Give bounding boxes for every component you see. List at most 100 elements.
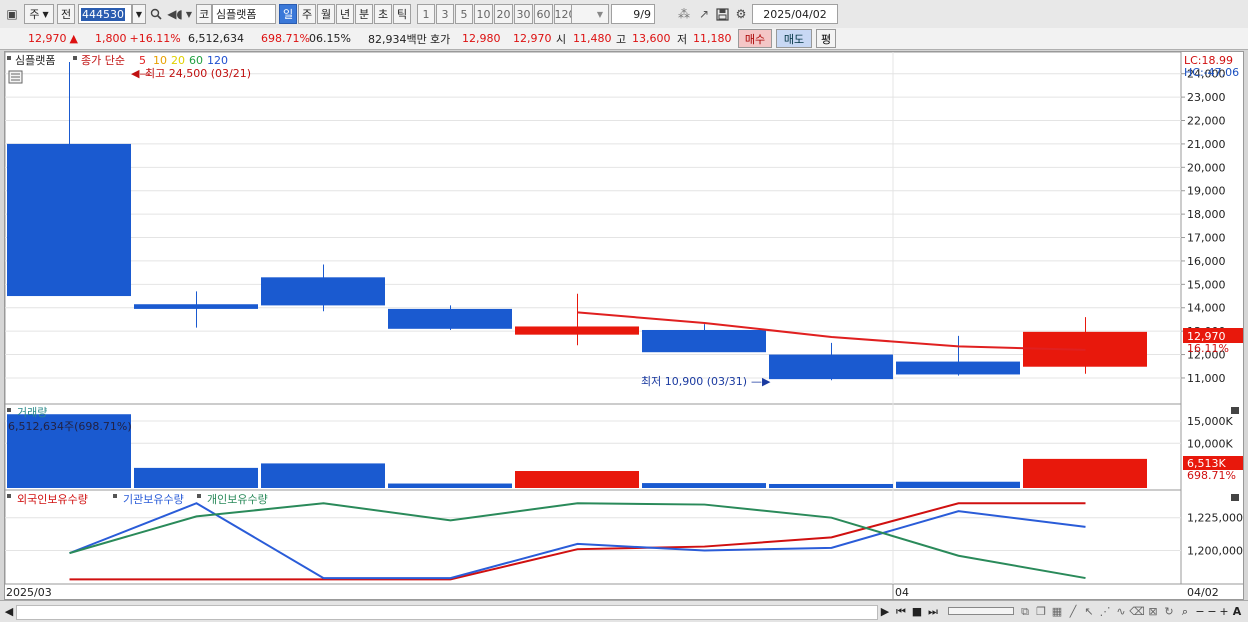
period-button-3[interactable]: 월 bbox=[317, 4, 335, 24]
date-text: 2025/04/02 bbox=[763, 7, 827, 21]
draw-tool-icon[interactable]: ↗ bbox=[695, 4, 713, 24]
market-select[interactable]: 주 ▼ bbox=[24, 4, 54, 24]
rewind-icon[interactable]: ⏮ bbox=[894, 604, 908, 619]
chevron-down-icon: ▼ bbox=[135, 9, 143, 19]
volume-bar[interactable] bbox=[261, 463, 385, 488]
buy-button[interactable]: 매수 bbox=[738, 29, 772, 48]
high-annotation: 최고 24,500 (03/21) bbox=[145, 67, 251, 80]
stock-name-field[interactable]: 심플랫폼 bbox=[212, 4, 276, 24]
search-icon[interactable] bbox=[147, 4, 165, 24]
candle-body[interactable] bbox=[515, 326, 639, 335]
volume-bar[interactable] bbox=[1023, 458, 1147, 488]
interval-button-60[interactable]: 60 bbox=[534, 4, 553, 24]
price-tick-label: 15,000 bbox=[1187, 278, 1226, 291]
code-value: 444530 bbox=[81, 7, 125, 21]
table-icon[interactable]: ▦ bbox=[1050, 604, 1064, 619]
speaker-icon[interactable]: ◀◖ bbox=[166, 4, 184, 24]
volume-title[interactable]: 거래량 bbox=[17, 406, 47, 419]
window-icon[interactable]: ❐ bbox=[1034, 604, 1048, 619]
holdings-legend-item[interactable]: 외국인보유수량 bbox=[17, 493, 88, 506]
pattern-icon[interactable]: ⊠ bbox=[1146, 604, 1160, 619]
zoom-out-icon[interactable]: − bbox=[1194, 604, 1206, 619]
save-icon[interactable] bbox=[713, 4, 731, 24]
candle-body[interactable] bbox=[134, 304, 258, 309]
horizontal-scrollbar[interactable] bbox=[16, 605, 878, 620]
price-panel[interactable] bbox=[4, 51, 1182, 405]
plus-icon[interactable]: + bbox=[1218, 604, 1230, 619]
candle-body[interactable] bbox=[7, 143, 131, 297]
stock-chart[interactable]: 24,00023,00022,00021,00020,00019,00018,0… bbox=[4, 51, 1243, 599]
minus-icon[interactable]: − bbox=[1206, 604, 1218, 619]
count-field[interactable]: 9/9 bbox=[611, 4, 655, 24]
period-button-4[interactable]: 년 bbox=[336, 4, 354, 24]
scroll-right-icon[interactable]: ▶ bbox=[878, 604, 892, 619]
period-button-2[interactable]: 주 bbox=[298, 4, 316, 24]
turnover: 06.15% bbox=[309, 30, 351, 47]
code-input[interactable]: 444530 bbox=[78, 4, 132, 24]
legend-ma-title[interactable]: 종가 단순 bbox=[81, 54, 125, 67]
refresh-icon[interactable]: ↻ bbox=[1162, 604, 1176, 619]
chart-area[interactable]: 24,000 23,000 22,000 21,000 20,000 19,000 18,0… bbox=[4, 51, 1244, 600]
legend-stock-name[interactable]: 심플랫폼 bbox=[15, 54, 55, 67]
interval-button-3[interactable]: 3 bbox=[436, 4, 454, 24]
line-tool-icon[interactable]: ╱ bbox=[1066, 604, 1080, 619]
price-tick-label: 11,000 bbox=[1187, 372, 1226, 385]
zoom-icon[interactable]: ⌕ bbox=[1178, 604, 1192, 619]
xaxis-left-label: 2025/03 bbox=[6, 586, 52, 599]
volume-bar[interactable] bbox=[769, 483, 893, 488]
volume-panel-close-icon[interactable] bbox=[1231, 407, 1239, 414]
candle-body[interactable] bbox=[642, 329, 766, 353]
interval-button-20[interactable]: 20 bbox=[494, 4, 513, 24]
eraser-icon[interactable]: ⌫ bbox=[1129, 604, 1145, 619]
gear-icon[interactable]: ⚙ bbox=[732, 4, 750, 24]
copy-icon[interactable]: ⧉ bbox=[1018, 604, 1032, 619]
date-field[interactable]: 2025/04/02 bbox=[752, 4, 838, 24]
volume-bar[interactable] bbox=[134, 467, 258, 488]
prev-button[interactable]: 전 bbox=[57, 4, 75, 24]
interval-button-1[interactable]: 1 bbox=[417, 4, 435, 24]
holdings-legend-item[interactable]: 개인보유수량 bbox=[207, 493, 268, 506]
ma-legend-item[interactable]: 5 bbox=[139, 54, 146, 67]
sell-button[interactable]: 매도 bbox=[776, 29, 812, 48]
ma-legend-item[interactable]: 120 bbox=[207, 54, 228, 67]
window-menu-icon[interactable]: ▣ bbox=[3, 4, 21, 24]
wave-tool-icon[interactable]: ∿ bbox=[1114, 604, 1128, 619]
volume-bar[interactable] bbox=[642, 483, 766, 488]
candle-body[interactable] bbox=[769, 354, 893, 380]
code-dropdown-button[interactable]: ▼ bbox=[132, 4, 146, 24]
interval-select[interactable]: ▼ bbox=[571, 4, 609, 24]
trend-tool-icon[interactable]: ⋰ bbox=[1098, 604, 1112, 619]
volume-bar[interactable] bbox=[896, 481, 1020, 488]
current-pct-label: 16.11% bbox=[1187, 342, 1229, 355]
quote-bar: 12,970 ▲ 1,800 +16.11% 6,512,634 698.71% 0… bbox=[0, 28, 1248, 50]
compare-icon[interactable]: ⁂ bbox=[675, 4, 693, 24]
avg-button[interactable]: 평 bbox=[816, 29, 836, 48]
volume-bar[interactable] bbox=[515, 471, 639, 488]
candle-body[interactable] bbox=[388, 308, 512, 329]
candle-body[interactable] bbox=[896, 361, 1020, 375]
ma-legend-item[interactable]: 20 bbox=[171, 54, 185, 67]
volume: 6,512,634 bbox=[188, 30, 244, 47]
volume-tick-label: 10,000K bbox=[1187, 437, 1233, 450]
ma-legend-item[interactable]: 10 bbox=[153, 54, 167, 67]
candle-body[interactable] bbox=[261, 277, 385, 306]
arrow-tool-icon[interactable]: ↖ bbox=[1082, 604, 1096, 619]
scroll-left-icon[interactable]: ◀ bbox=[2, 604, 16, 619]
volume-bar[interactable] bbox=[388, 483, 512, 488]
period-button-6[interactable]: 초 bbox=[374, 4, 392, 24]
stop-icon[interactable]: ■ bbox=[910, 604, 924, 619]
period-button-1[interactable]: 일 bbox=[279, 4, 297, 24]
period-button-5[interactable]: 분 bbox=[355, 4, 373, 24]
interval-button-10[interactable]: 10 bbox=[474, 4, 493, 24]
holdings-panel-close-icon[interactable] bbox=[1231, 494, 1239, 501]
change-pct-text: +16.11% bbox=[129, 32, 181, 45]
holdings-legend-item[interactable]: 기관보유수량 bbox=[123, 493, 184, 506]
forward-icon[interactable]: ⏭ bbox=[926, 604, 940, 619]
chevron-down-icon[interactable]: ▼ bbox=[183, 4, 195, 24]
interval-button-30[interactable]: 30 bbox=[514, 4, 533, 24]
period-button-7[interactable]: 틱 bbox=[393, 4, 411, 24]
zoom-slider[interactable] bbox=[948, 607, 1014, 615]
font-size-icon[interactable]: A bbox=[1231, 604, 1243, 619]
ma-legend-item[interactable]: 60 bbox=[189, 54, 203, 67]
interval-button-5[interactable]: 5 bbox=[455, 4, 473, 24]
